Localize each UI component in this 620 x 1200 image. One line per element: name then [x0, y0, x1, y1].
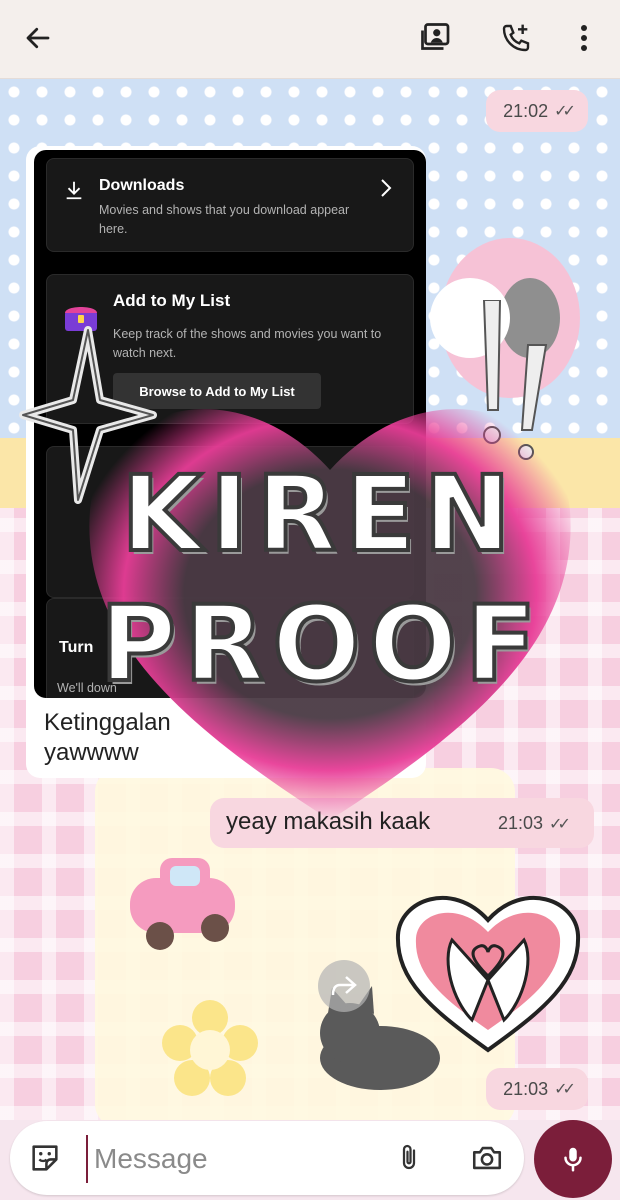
downloads-title: Downloads	[99, 177, 185, 194]
paperclip-icon[interactable]	[394, 1141, 424, 1175]
add-call-icon	[502, 24, 530, 52]
message-time: 21:02	[503, 100, 549, 121]
video-call-icon	[421, 23, 450, 50]
back-button[interactable]	[16, 16, 60, 60]
downloads-desc: Movies and shows that you download appea…	[99, 203, 350, 236]
message-composer	[10, 1121, 524, 1195]
car-doodle	[130, 858, 235, 950]
microphone-icon	[564, 1147, 582, 1172]
message-bubble-outgoing[interactable]: 21:02 ✓✓	[486, 90, 588, 132]
read-receipt-icon: ✓✓	[554, 1081, 576, 1098]
forward-button[interactable]	[318, 960, 370, 1012]
sticker-icon[interactable]	[28, 1141, 62, 1175]
sticker-text-line2: PROOF	[98, 583, 545, 705]
sticker-text-line1: KIREN	[119, 453, 519, 575]
video-call-button[interactable]	[414, 16, 458, 60]
message-time: 21:03	[503, 1078, 549, 1099]
read-receipt-icon: ✓✓	[554, 103, 576, 120]
add-call-button[interactable]	[494, 16, 538, 60]
downloads-card: Downloads Movies and shows that you down…	[46, 158, 414, 252]
more-options-button[interactable]	[562, 16, 606, 60]
download-icon	[66, 181, 82, 200]
message-input[interactable]	[86, 1135, 386, 1183]
voice-record-button[interactable]	[534, 1120, 612, 1198]
my-list-title: Add to My List	[113, 291, 231, 310]
chat-header	[0, 0, 620, 79]
flower-doodle	[162, 1000, 258, 1096]
message-bubble-outgoing[interactable]: 21:03 ✓✓	[486, 1068, 588, 1110]
arrow-left-icon	[26, 27, 50, 49]
chevron-right-icon	[381, 179, 392, 197]
cat-paw-heart-sticker[interactable]	[392, 880, 584, 1056]
forward-icon	[331, 976, 357, 996]
more-vertical-icon	[581, 25, 587, 51]
camera-icon[interactable]	[470, 1141, 504, 1175]
contact-name[interactable]	[300, 12, 380, 32]
